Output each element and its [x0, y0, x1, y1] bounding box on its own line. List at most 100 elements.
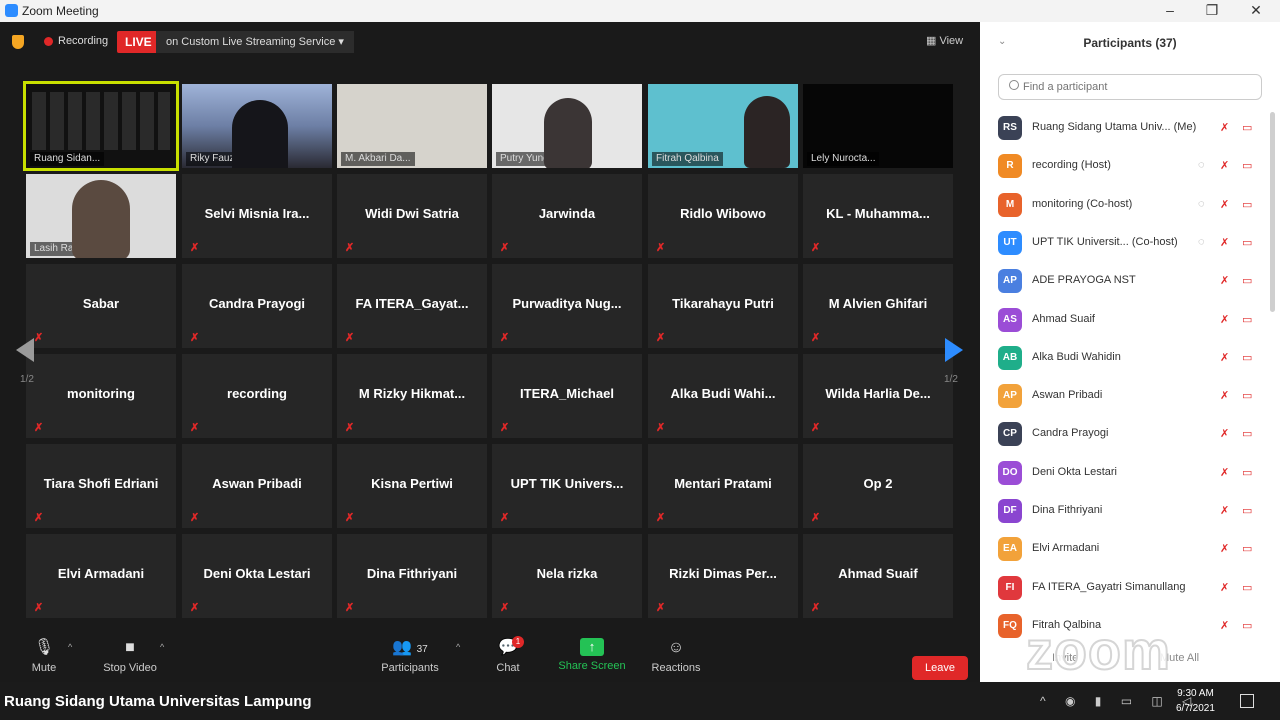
minimize-icon[interactable]: – — [1158, 1, 1182, 21]
clock-date: 6/7/2021 — [1176, 703, 1215, 714]
participant-row[interactable]: EA Elvi Armadani ✗ ▭ — [980, 529, 1280, 567]
participant-row[interactable]: Rrecording (Host) ✗ ▭ ◌ — [980, 146, 1280, 184]
video-off-icon: ▭ — [1242, 160, 1253, 173]
notifications-icon[interactable] — [1240, 694, 1254, 708]
participant-row[interactable]: FI FA ITERA_Gayatri Simanullang ✗ ▭ — [980, 568, 1280, 606]
video-tile[interactable]: Lasih Rahm... — [26, 174, 176, 258]
participant-tile-name: Rizki Dimas Per... — [669, 566, 777, 581]
participants-button[interactable]: 👥 37 Participants — [378, 638, 442, 674]
participant-tile[interactable]: M Rizky Hikmat... ✗ — [337, 354, 487, 438]
participant-tile[interactable]: recording ✗ — [182, 354, 332, 438]
video-tile[interactable]: M. Akbari Da... — [337, 84, 487, 168]
participant-tile[interactable]: Tiara Shofi Edriani ✗ — [26, 444, 176, 528]
share-screen-button[interactable]: ↑ Share Screen — [556, 638, 628, 672]
reactions-label: Reactions — [651, 662, 701, 674]
participant-avatar: AB — [998, 345, 1022, 370]
recording-label[interactable]: Recording — [58, 35, 108, 47]
participant-row[interactable]: AP Aswan Pribadi ✗ ▭ — [980, 376, 1280, 414]
muted-mic-icon: ✗ — [1220, 581, 1230, 594]
next-page-arrow-icon[interactable] — [945, 338, 963, 362]
close-icon[interactable]: ✕ — [1244, 1, 1268, 21]
participant-tile[interactable]: KL - Muhamma... ✗ — [803, 174, 953, 258]
chat-button[interactable]: 💬 1 Chat — [490, 636, 526, 674]
participant-tile-name: Ridlo Wibowo — [680, 206, 766, 221]
participant-tile-name: monitoring — [67, 386, 135, 401]
participant-tile[interactable]: Op 2 ✗ — [803, 444, 953, 528]
participant-tile[interactable]: Selvi Misnia Ira... ✗ — [182, 174, 332, 258]
video-tile-caption: Lely Nurocta... — [807, 152, 880, 166]
participant-tile[interactable]: UPT TIK Univers... ✗ — [492, 444, 642, 528]
participant-tile[interactable]: monitoring ✗ — [26, 354, 176, 438]
participant-tile[interactable]: FA ITERA_Gayat... ✗ — [337, 264, 487, 348]
participant-tile[interactable]: Wilda Harlia De... ✗ — [803, 354, 953, 438]
taskbar-clock[interactable]: 9:30 AM 6/7/2021 — [1176, 686, 1215, 716]
audio-options-caret-icon[interactable]: ^ — [68, 642, 72, 652]
participant-tile[interactable]: Jarwinda ✗ — [492, 174, 642, 258]
video-tile[interactable]: Lely Nurocta... — [803, 84, 953, 168]
participant-tile[interactable]: ITERA_Michael ✗ — [492, 354, 642, 438]
participant-name: Candra Prayogi — [1032, 427, 1109, 440]
participant-tile-name: Elvi Armadani — [57, 566, 145, 581]
participant-tile[interactable]: Rizki Dimas Per... ✗ — [648, 534, 798, 618]
restore-icon[interactable]: ❐ — [1200, 1, 1224, 21]
participant-tile[interactable]: Sabar ✗ — [26, 264, 176, 348]
video-tile[interactable]: Fitrah Qalbina — [648, 84, 798, 168]
video-tile[interactable]: Riky Fauzi — [182, 84, 332, 168]
participant-row[interactable]: AS Ahmad Suaif ✗ ▭ — [980, 300, 1280, 338]
participant-tile-name: Mentari Pratami — [674, 476, 772, 491]
participant-tile[interactable]: Ahmad Suaif ✗ — [803, 534, 953, 618]
muted-mic-icon: ✗ — [34, 602, 44, 614]
muted-mic-icon: ✗ — [190, 332, 200, 344]
participant-tile[interactable]: Candra Prayogi ✗ — [182, 264, 332, 348]
participant-tile-name: KL - Muhamma... — [826, 206, 930, 221]
video-off-icon: ▭ — [1242, 505, 1253, 517]
video-tile-caption: Ruang Sidan... — [30, 152, 105, 166]
participant-name: Elvi Armadani — [1032, 542, 1100, 555]
video-options-caret-icon[interactable]: ^ — [160, 642, 164, 652]
participant-tile-name: Widi Dwi Satria — [365, 206, 459, 221]
leave-button[interactable]: Leave — [912, 656, 968, 680]
participants-options-caret-icon[interactable]: ^ — [456, 642, 460, 652]
participant-name: Aswan Pribadi — [1032, 389, 1103, 402]
participant-row[interactable]: UT UPT TIK Universit... (Co-host) ✗ ▭ ◌ — [980, 223, 1280, 261]
mute-button[interactable]: 🎙 Mute — [26, 638, 62, 674]
muted-mic-icon: ✗ — [34, 332, 44, 344]
participant-search-input[interactable] — [1023, 78, 1253, 96]
participant-name: Ahmad Suaif — [1032, 312, 1095, 325]
participant-row[interactable]: DO Deni Okta Lestari ✗ ▭ — [980, 453, 1280, 491]
security-shield-icon[interactable] — [12, 35, 24, 49]
video-tile[interactable]: Putry Yunesti — [492, 84, 642, 168]
participant-row[interactable]: RS Ruang Sidang Utama Univ... (Me) ✗ ▭ — [980, 108, 1280, 146]
participant-row[interactable]: AP ADE PRAYOGA NST ✗ ▭ — [980, 261, 1280, 299]
video-off-icon: ▭ — [1242, 543, 1253, 556]
participant-row[interactable]: Mmonitoring (Co-host) ✗ ▭ ◌ — [980, 185, 1280, 223]
video-tile[interactable]: Ruang Sidan... — [23, 81, 179, 171]
participant-tile[interactable]: Elvi Armadani ✗ — [26, 534, 176, 618]
participant-row[interactable]: AB Alka Budi Wahidin ✗ ▭ — [980, 338, 1280, 376]
participant-tile[interactable]: Ridlo Wibowo ✗ — [648, 174, 798, 258]
participants-scrollbar[interactable] — [1270, 112, 1275, 312]
participant-tile-name: M Alvien Ghifari — [828, 296, 928, 311]
view-button[interactable]: ▦ View — [926, 34, 963, 47]
participant-tile[interactable]: Dina Fithriyani ✗ — [337, 534, 487, 618]
prev-page-arrow-icon[interactable] — [16, 338, 34, 362]
participant-tile-name: Op 2 — [863, 476, 893, 491]
reactions-button[interactable]: ☺ Reactions — [648, 638, 704, 674]
participant-tile[interactable]: Tikarahayu Putri ✗ — [648, 264, 798, 348]
participant-tile[interactable]: Mentari Pratami ✗ — [648, 444, 798, 528]
participant-tile[interactable]: Aswan Pribadi ✗ — [182, 444, 332, 528]
live-service-dropdown[interactable]: on Custom Live Streaming Service ▾ — [156, 31, 354, 53]
participant-tile[interactable]: Purwaditya Nug... ✗ — [492, 264, 642, 348]
participant-tile[interactable]: Nela rizka ✗ — [492, 534, 642, 618]
participant-row[interactable]: DF Dina Fithriyani ✗ ▭ — [980, 491, 1280, 529]
participant-avatar: CP — [998, 422, 1022, 447]
muted-mic-icon: ✗ — [1220, 543, 1230, 556]
participant-tile[interactable]: Alka Budi Wahi... ✗ — [648, 354, 798, 438]
participant-tile[interactable]: Widi Dwi Satria ✗ — [337, 174, 487, 258]
participant-search[interactable] — [998, 74, 1262, 100]
stop-video-button[interactable]: ■ Stop Video — [98, 638, 162, 674]
participant-row[interactable]: CP Candra Prayogi ✗ ▭ — [980, 414, 1280, 452]
participant-tile[interactable]: M Alvien Ghifari ✗ — [803, 264, 953, 348]
participant-tile[interactable]: Kisna Pertiwi ✗ — [337, 444, 487, 528]
participant-tile[interactable]: Deni Okta Lestari ✗ — [182, 534, 332, 618]
